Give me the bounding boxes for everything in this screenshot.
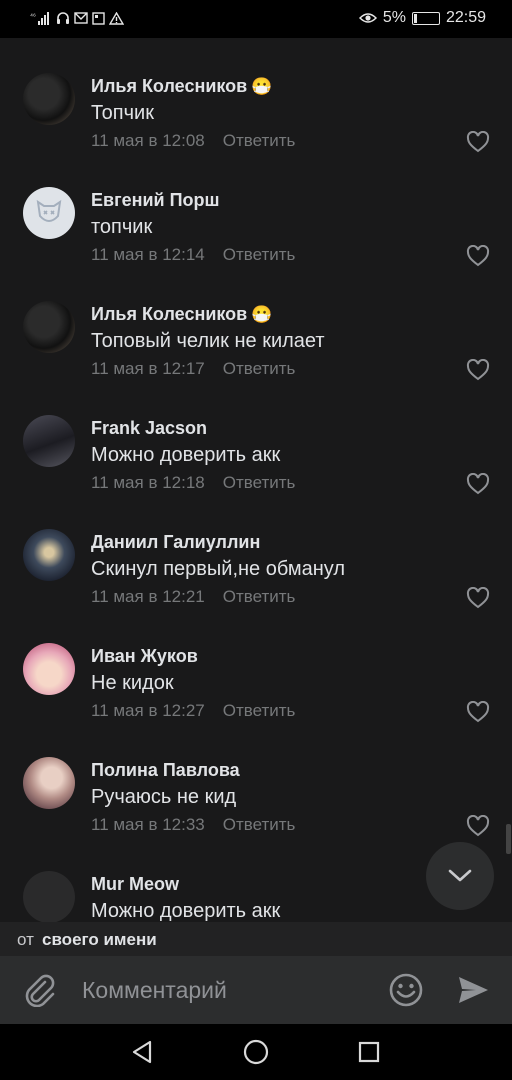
reply-button[interactable]: Ответить (223, 815, 296, 834)
comment-author[interactable]: Иван Жуков (91, 646, 198, 667)
battery-percent: 5% (382, 9, 406, 26)
author-name: Mur Meow (91, 874, 179, 894)
comment-author[interactable]: Илья Колесников 😷 (91, 304, 272, 325)
from-prefix: от (17, 930, 34, 949)
mail-icon (74, 12, 88, 24)
comment-list[interactable]: Илья Колесников 😷 Топчик 11 мая в 12:08 От… (0, 38, 512, 922)
heart-icon[interactable] (466, 815, 490, 837)
comment-meta: 11 мая в 12:18 Ответить (91, 473, 295, 493)
comment-item: Даниил Галиуллин Скинул первый,не обману… (0, 494, 512, 609)
heart-icon[interactable] (466, 587, 490, 609)
image-icon (92, 11, 105, 25)
reply-button[interactable]: Ответить (223, 245, 296, 264)
comment-meta: 11 мая в 12:17 Ответить (91, 359, 295, 379)
comment-meta: 11 мая в 12:27 Ответить (91, 701, 295, 721)
comment-author[interactable]: Илья Колесников 😷 (91, 76, 272, 97)
comment-meta: 11 мая в 12:14 Ответить (91, 245, 295, 265)
post-as-selector[interactable]: от своего имени (0, 922, 512, 956)
system-navigation-bar (0, 1024, 512, 1080)
comment-time: 11 мая в 12:17 (91, 359, 205, 378)
circle-home-icon[interactable] (243, 1039, 269, 1065)
comment-author[interactable]: Frank Jacson (91, 418, 207, 439)
comment-item: Полина Павлова Ручаюсь не кид 11 мая в 1… (0, 722, 512, 837)
author-name: Полина Павлова (91, 760, 240, 780)
author-name: Frank Jacson (91, 418, 208, 438)
author-name: Илья Колесников (91, 304, 248, 324)
comment-meta: 11 мая в 12:33 Ответить (91, 815, 295, 835)
comment-author[interactable]: Евгений Порш (91, 190, 220, 211)
comment-author[interactable]: Даниил Галиуллин (91, 532, 260, 553)
comment-time: 11 мая в 12:18 (91, 473, 205, 492)
comment-text: Скинул первый,не обманул (91, 558, 346, 580)
heart-icon[interactable] (466, 701, 490, 723)
comment-text: топчик (91, 216, 153, 238)
heart-icon[interactable] (466, 473, 490, 495)
avatar[interactable] (23, 187, 75, 239)
comment-item: Евгений Порш топчик 11 мая в 12:14 Ответи… (0, 152, 512, 267)
comment-item: Frank Jacson Можно доверить акк 11 мая в… (0, 380, 512, 495)
clock: 22:59 (445, 9, 486, 26)
chevron-down-icon (448, 869, 472, 882)
comment-item: Иван Жуков Не кидок 11 мая в 12:27 Ответи… (0, 608, 512, 723)
battery-icon (411, 11, 440, 25)
comment-time: 11 мая в 12:33 (91, 815, 205, 834)
reply-button[interactable]: Ответить (223, 131, 296, 150)
heart-icon[interactable] (466, 131, 490, 153)
comment-item: Илья Колесников 😷 Топчик 11 мая в 12:08 От… (0, 38, 512, 153)
avatar[interactable] (23, 643, 75, 695)
avatar[interactable] (23, 529, 75, 581)
author-name: Иван Жуков (91, 646, 198, 666)
author-emoji: 😷 (251, 77, 273, 96)
paperclip-icon[interactable] (23, 973, 57, 1007)
status-bar: ⁴⁶ 5% 22:59 (0, 0, 512, 38)
default-dog-avatar-icon (36, 199, 62, 222)
comment-time: 11 мая в 12:21 (91, 587, 205, 606)
comment-meta: 11 мая в 12:08 Ответить (91, 131, 295, 151)
network-type: ⁴⁶ (30, 13, 36, 20)
heart-icon[interactable] (466, 359, 490, 381)
avatar[interactable] (23, 415, 75, 467)
comment-text: Можно доверить акк (91, 444, 281, 466)
scroll-down-button[interactable] (426, 842, 494, 910)
eye-icon (358, 13, 377, 23)
comment-time: 11 мая в 12:14 (91, 245, 205, 264)
comment-text: Ручаюсь не кид (91, 786, 237, 808)
comment-time: 11 мая в 12:27 (91, 701, 205, 720)
comment-composer: Комментарий (0, 956, 512, 1024)
reply-button[interactable]: Ответить (223, 701, 296, 720)
status-icons-right: 5% 22:59 (358, 9, 486, 27)
avatar[interactable] (23, 757, 75, 809)
headset-icon (57, 12, 69, 24)
comment-text: Топчик (91, 102, 154, 124)
send-icon[interactable] (456, 974, 490, 1006)
comment-author[interactable]: Mur Meow (91, 874, 179, 895)
comment-text: Не кидок (91, 672, 174, 694)
comment-text: Топовый челик не килает (91, 330, 325, 352)
avatar[interactable] (23, 871, 75, 922)
reply-button[interactable]: Ответить (223, 473, 296, 492)
author-name: Илья Колесников (91, 76, 248, 96)
comment-text: Можно доверить акк (91, 900, 281, 922)
comment-item: Илья Колесников 😷 Топовый челик не килает… (0, 266, 512, 381)
author-emoji: 😷 (251, 305, 273, 324)
from-name[interactable]: своего имени (42, 930, 157, 950)
warning-icon (109, 11, 124, 25)
heart-icon[interactable] (466, 245, 490, 267)
signal-icon: ⁴⁶ (30, 12, 49, 25)
author-name: Даниил Галиуллин (91, 532, 261, 552)
avatar[interactable] (23, 73, 75, 125)
comment-author[interactable]: Полина Павлова (91, 760, 240, 781)
reply-button[interactable]: Ответить (223, 359, 296, 378)
reply-button[interactable]: Ответить (223, 587, 296, 606)
comment-input[interactable]: Комментарий (82, 977, 227, 1004)
author-name: Евгений Порш (91, 190, 220, 210)
triangle-back-icon[interactable] (130, 1040, 154, 1064)
comment-meta: 11 мая в 12:21 Ответить (91, 587, 295, 607)
smiley-icon[interactable] (388, 972, 424, 1008)
status-icons-left: ⁴⁶ (30, 11, 124, 25)
avatar[interactable] (23, 301, 75, 353)
square-recent-icon[interactable] (358, 1041, 380, 1063)
comment-time: 11 мая в 12:08 (91, 131, 205, 150)
scrollbar[interactable] (506, 824, 511, 854)
